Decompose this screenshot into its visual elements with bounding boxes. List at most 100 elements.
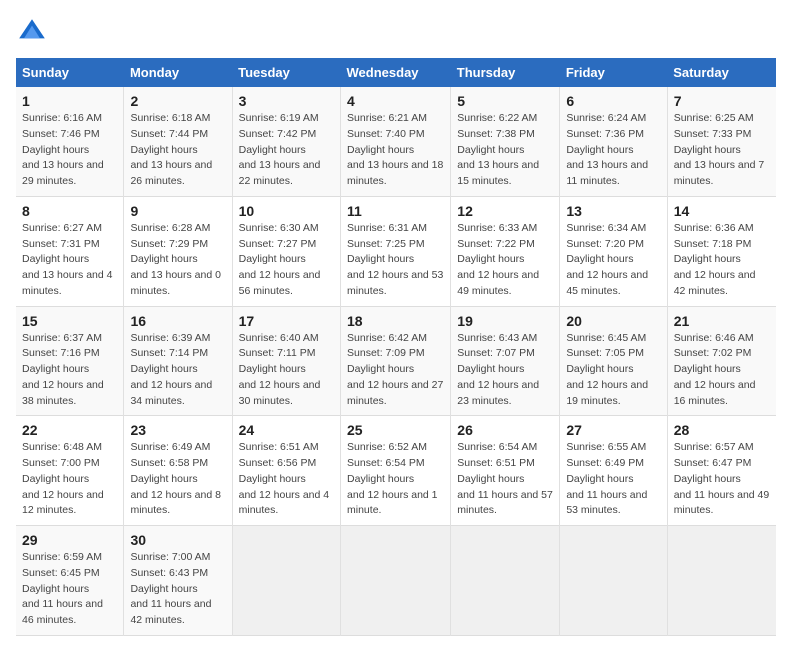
calendar-cell: 1 Sunrise: 6:16 AMSunset: 7:46 PMDaylight…	[16, 87, 124, 196]
calendar-cell: 3 Sunrise: 6:19 AMSunset: 7:42 PMDaylight…	[232, 87, 340, 196]
calendar-cell: 14Sunrise: 6:36 AMSunset: 7:18 PMDayligh…	[667, 196, 776, 306]
day-number: 10	[239, 203, 334, 219]
calendar-cell: 6Sunrise: 6:24 AMSunset: 7:36 PMDaylight…	[560, 87, 667, 196]
calendar-cell: 4 Sunrise: 6:21 AMSunset: 7:40 PMDaylight…	[341, 87, 451, 196]
day-info: Sunrise: 6:54 AMSunset: 6:51 PMDaylight …	[457, 440, 553, 519]
day-info: Sunrise: 6:57 AMSunset: 6:47 PMDaylight …	[674, 440, 770, 519]
calendar-cell: 26 Sunrise: 6:54 AMSunset: 6:51 PMDayligh…	[451, 416, 560, 526]
calendar-week-row: 15Sunrise: 6:37 AMSunset: 7:16 PMDayligh…	[16, 306, 776, 416]
day-info: Sunrise: 6:55 AMSunset: 6:49 PMDaylight …	[566, 440, 660, 519]
day-number: 1	[22, 93, 117, 109]
calendar-cell: 27 Sunrise: 6:55 AMSunset: 6:49 PMDayligh…	[560, 416, 667, 526]
calendar-cell	[667, 526, 776, 636]
calendar-cell: 8Sunrise: 6:27 AMSunset: 7:31 PMDaylight…	[16, 196, 124, 306]
calendar-cell: 24 Sunrise: 6:51 AMSunset: 6:56 PMDayligh…	[232, 416, 340, 526]
calendar-cell	[451, 526, 560, 636]
day-number: 20	[566, 313, 660, 329]
weekday-header-thursday: Thursday	[451, 58, 560, 87]
page-header	[16, 16, 776, 48]
day-info: Sunrise: 6:21 AMSunset: 7:40 PMDaylight …	[347, 111, 444, 190]
calendar-cell: 23 Sunrise: 6:49 AMSunset: 6:58 PMDayligh…	[124, 416, 232, 526]
day-number: 9	[130, 203, 225, 219]
day-number: 2	[130, 93, 225, 109]
day-info: Sunrise: 6:25 AMSunset: 7:33 PMDaylight …	[674, 111, 770, 190]
logo-icon	[16, 16, 48, 48]
calendar-cell: 12 Sunrise: 6:33 AMSunset: 7:22 PMDayligh…	[451, 196, 560, 306]
day-number: 13	[566, 203, 660, 219]
day-number: 8	[22, 203, 117, 219]
day-info: Sunrise: 6:40 AMSunset: 7:11 PMDaylight …	[239, 331, 334, 410]
calendar-cell: 10 Sunrise: 6:30 AMSunset: 7:27 PMDayligh…	[232, 196, 340, 306]
day-number: 6	[566, 93, 660, 109]
calendar-cell: 5 Sunrise: 6:22 AMSunset: 7:38 PMDaylight…	[451, 87, 560, 196]
calendar-table: SundayMondayTuesdayWednesdayThursdayFrid…	[16, 58, 776, 636]
day-number: 14	[674, 203, 770, 219]
calendar-cell: 25 Sunrise: 6:52 AMSunset: 6:54 PMDayligh…	[341, 416, 451, 526]
calendar-week-row: 29 Sunrise: 6:59 AMSunset: 6:45 PMDayligh…	[16, 526, 776, 636]
day-info: Sunrise: 6:39 AMSunset: 7:14 PMDaylight …	[130, 331, 225, 410]
day-number: 3	[239, 93, 334, 109]
day-info: Sunrise: 6:48 AMSunset: 7:00 PMDaylight …	[22, 440, 117, 519]
weekday-header-saturday: Saturday	[667, 58, 776, 87]
day-number: 12	[457, 203, 553, 219]
calendar-cell: 2 Sunrise: 6:18 AMSunset: 7:44 PMDaylight…	[124, 87, 232, 196]
day-info: Sunrise: 6:19 AMSunset: 7:42 PMDaylight …	[239, 111, 334, 190]
day-info: Sunrise: 6:49 AMSunset: 6:58 PMDaylight …	[130, 440, 225, 519]
calendar-cell: 30 Sunrise: 7:00 AMSunset: 6:43 PMDayligh…	[124, 526, 232, 636]
day-number: 29	[22, 532, 117, 548]
day-number: 23	[130, 422, 225, 438]
day-info: Sunrise: 6:51 AMSunset: 6:56 PMDaylight …	[239, 440, 334, 519]
day-info: Sunrise: 6:37 AMSunset: 7:16 PMDaylight …	[22, 331, 117, 410]
calendar-cell: 7 Sunrise: 6:25 AMSunset: 7:33 PMDaylight…	[667, 87, 776, 196]
calendar-cell: 22Sunrise: 6:48 AMSunset: 7:00 PMDayligh…	[16, 416, 124, 526]
weekday-header-tuesday: Tuesday	[232, 58, 340, 87]
day-number: 30	[130, 532, 225, 548]
day-info: Sunrise: 6:42 AMSunset: 7:09 PMDaylight …	[347, 331, 444, 410]
day-number: 19	[457, 313, 553, 329]
day-info: Sunrise: 6:16 AMSunset: 7:46 PMDaylight …	[22, 111, 117, 190]
calendar-cell: 16 Sunrise: 6:39 AMSunset: 7:14 PMDayligh…	[124, 306, 232, 416]
calendar-cell: 17 Sunrise: 6:40 AMSunset: 7:11 PMDayligh…	[232, 306, 340, 416]
calendar-week-row: 22Sunrise: 6:48 AMSunset: 7:00 PMDayligh…	[16, 416, 776, 526]
calendar-cell	[341, 526, 451, 636]
calendar-cell: 21 Sunrise: 6:46 AMSunset: 7:02 PMDayligh…	[667, 306, 776, 416]
calendar-cell	[560, 526, 667, 636]
day-number: 26	[457, 422, 553, 438]
calendar-week-row: 1 Sunrise: 6:16 AMSunset: 7:46 PMDaylight…	[16, 87, 776, 196]
calendar-cell: 13Sunrise: 6:34 AMSunset: 7:20 PMDayligh…	[560, 196, 667, 306]
day-info: Sunrise: 6:28 AMSunset: 7:29 PMDaylight …	[130, 221, 225, 300]
calendar-cell: 11Sunrise: 6:31 AMSunset: 7:25 PMDayligh…	[341, 196, 451, 306]
day-number: 5	[457, 93, 553, 109]
calendar-cell: 28 Sunrise: 6:57 AMSunset: 6:47 PMDayligh…	[667, 416, 776, 526]
day-number: 21	[674, 313, 770, 329]
day-number: 24	[239, 422, 334, 438]
day-number: 4	[347, 93, 444, 109]
day-number: 7	[674, 93, 770, 109]
calendar-cell: 20 Sunrise: 6:45 AMSunset: 7:05 PMDayligh…	[560, 306, 667, 416]
calendar-cell: 15Sunrise: 6:37 AMSunset: 7:16 PMDayligh…	[16, 306, 124, 416]
weekday-header-friday: Friday	[560, 58, 667, 87]
day-info: Sunrise: 6:18 AMSunset: 7:44 PMDaylight …	[130, 111, 225, 190]
day-info: Sunrise: 6:52 AMSunset: 6:54 PMDaylight …	[347, 440, 444, 519]
day-number: 28	[674, 422, 770, 438]
calendar-cell: 29 Sunrise: 6:59 AMSunset: 6:45 PMDayligh…	[16, 526, 124, 636]
day-number: 27	[566, 422, 660, 438]
weekday-header-monday: Monday	[124, 58, 232, 87]
day-info: Sunrise: 7:00 AMSunset: 6:43 PMDaylight …	[130, 550, 225, 629]
day-number: 11	[347, 203, 444, 219]
calendar-cell: 9 Sunrise: 6:28 AMSunset: 7:29 PMDaylight…	[124, 196, 232, 306]
day-info: Sunrise: 6:22 AMSunset: 7:38 PMDaylight …	[457, 111, 553, 190]
logo	[16, 16, 52, 48]
calendar-header-row: SundayMondayTuesdayWednesdayThursdayFrid…	[16, 58, 776, 87]
day-info: Sunrise: 6:46 AMSunset: 7:02 PMDaylight …	[674, 331, 770, 410]
day-info: Sunrise: 6:45 AMSunset: 7:05 PMDaylight …	[566, 331, 660, 410]
day-info: Sunrise: 6:33 AMSunset: 7:22 PMDaylight …	[457, 221, 553, 300]
day-info: Sunrise: 6:43 AMSunset: 7:07 PMDaylight …	[457, 331, 553, 410]
day-number: 25	[347, 422, 444, 438]
day-number: 17	[239, 313, 334, 329]
day-info: Sunrise: 6:30 AMSunset: 7:27 PMDaylight …	[239, 221, 334, 300]
day-number: 16	[130, 313, 225, 329]
day-info: Sunrise: 6:59 AMSunset: 6:45 PMDaylight …	[22, 550, 117, 629]
calendar-cell	[232, 526, 340, 636]
calendar-cell: 19 Sunrise: 6:43 AMSunset: 7:07 PMDayligh…	[451, 306, 560, 416]
